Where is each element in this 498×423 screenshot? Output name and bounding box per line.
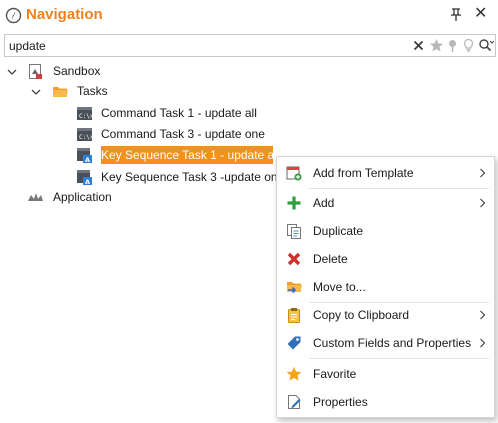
key-sequence-task-icon: A (77, 148, 92, 164)
submenu-arrow-icon (480, 168, 486, 178)
menu-label: Favorite (313, 367, 357, 381)
menu-separator (309, 358, 489, 359)
tag-icon (287, 336, 301, 350)
chevron-down-icon[interactable] (31, 87, 41, 97)
menu-item-duplicate[interactable]: Duplicate (277, 218, 494, 244)
menu-label: Copy to Clipboard (313, 308, 410, 322)
menu-item-custom-fields[interactable]: Custom Fields and Properties (277, 330, 494, 356)
duplicate-icon (287, 224, 301, 239)
tree-label-sandbox: Sandbox (53, 64, 101, 78)
command-task-icon: C:\> (77, 128, 93, 141)
submenu-arrow-icon (480, 338, 486, 348)
sandbox-icon (29, 64, 42, 79)
move-folder-icon (287, 282, 302, 294)
context-menu: Add from Template Add Duplicate Delete M… (276, 156, 495, 418)
tree-item[interactable]: C:\> Command Task 3 - update one (0, 125, 300, 144)
tree-item-label: Key Sequence Task 1 - update all (101, 148, 280, 162)
star-icon (286, 366, 302, 381)
tree-item-label: Command Task 1 - update all (101, 106, 257, 120)
plus-icon (287, 196, 301, 210)
tree-item-label: Command Task 3 - update one (101, 127, 265, 141)
menu-label: Duplicate (313, 224, 364, 238)
compass-icon (5, 7, 22, 24)
chevron-down-icon[interactable] (7, 67, 17, 77)
menu-item-add-from-template[interactable]: Add from Template (277, 160, 494, 186)
folder-open-icon (53, 87, 68, 97)
delete-icon (287, 252, 301, 266)
search-box (4, 34, 496, 57)
properties-icon (288, 395, 301, 409)
close-icon[interactable]: ✕ (474, 5, 487, 23)
menu-item-copy-to-clipboard[interactable]: Copy to Clipboard (277, 302, 494, 328)
menu-separator (309, 188, 489, 189)
menu-item-move-to[interactable]: Move to... (277, 274, 494, 300)
svg-text:C:\>: C:\> (79, 134, 93, 141)
svg-text:A: A (85, 156, 90, 164)
menu-label: Custom Fields and Properties (313, 336, 472, 350)
menu-label: Add (313, 196, 335, 210)
navigation-panel-header: Navigation ✕ (0, 0, 498, 32)
menu-label: Properties (313, 395, 368, 409)
svg-text:A: A (85, 178, 90, 186)
tree-label-tasks: Tasks (77, 84, 108, 98)
pin-icon[interactable] (449, 8, 463, 22)
tree-item[interactable]: C:\> Command Task 1 - update all (0, 104, 300, 123)
search-input[interactable] (9, 38, 399, 54)
menu-item-properties[interactable]: Properties (277, 389, 494, 415)
menu-item-add[interactable]: Add (277, 190, 494, 216)
tree-label-application: Application (53, 190, 112, 204)
tree-item-label: Key Sequence Task 3 -update one (101, 170, 285, 184)
tree-item-selected[interactable]: A Key Sequence Task 1 - update all (0, 146, 280, 165)
tree-node-application[interactable]: Application (0, 188, 270, 207)
application-icon (28, 193, 43, 201)
search-options-icon[interactable] (478, 38, 494, 53)
menu-item-favorite[interactable]: Favorite (277, 361, 494, 387)
submenu-arrow-icon (480, 198, 486, 208)
menu-label: Delete (313, 252, 348, 266)
tree-item[interactable]: A Key Sequence Task 3 -update one (0, 168, 284, 187)
menu-item-delete[interactable]: Delete (277, 246, 494, 272)
submenu-arrow-icon (480, 310, 486, 320)
clear-icon[interactable] (411, 38, 426, 53)
clipboard-icon (288, 308, 300, 323)
svg-text:C:\>: C:\> (79, 113, 93, 120)
template-icon (286, 166, 302, 181)
menu-label: Move to... (313, 280, 366, 294)
tree-node-tasks[interactable]: Tasks (0, 82, 300, 101)
menu-label: Add from Template (313, 166, 414, 180)
lightbulb-icon[interactable] (461, 38, 476, 53)
key-sequence-task-icon: A (77, 170, 92, 186)
pin-filter-icon[interactable] (445, 38, 460, 53)
panel-title: Navigation (26, 6, 103, 23)
command-task-icon: C:\> (77, 107, 93, 120)
star-icon[interactable] (429, 38, 444, 53)
tree-node-sandbox[interactable]: Sandbox (0, 62, 300, 81)
